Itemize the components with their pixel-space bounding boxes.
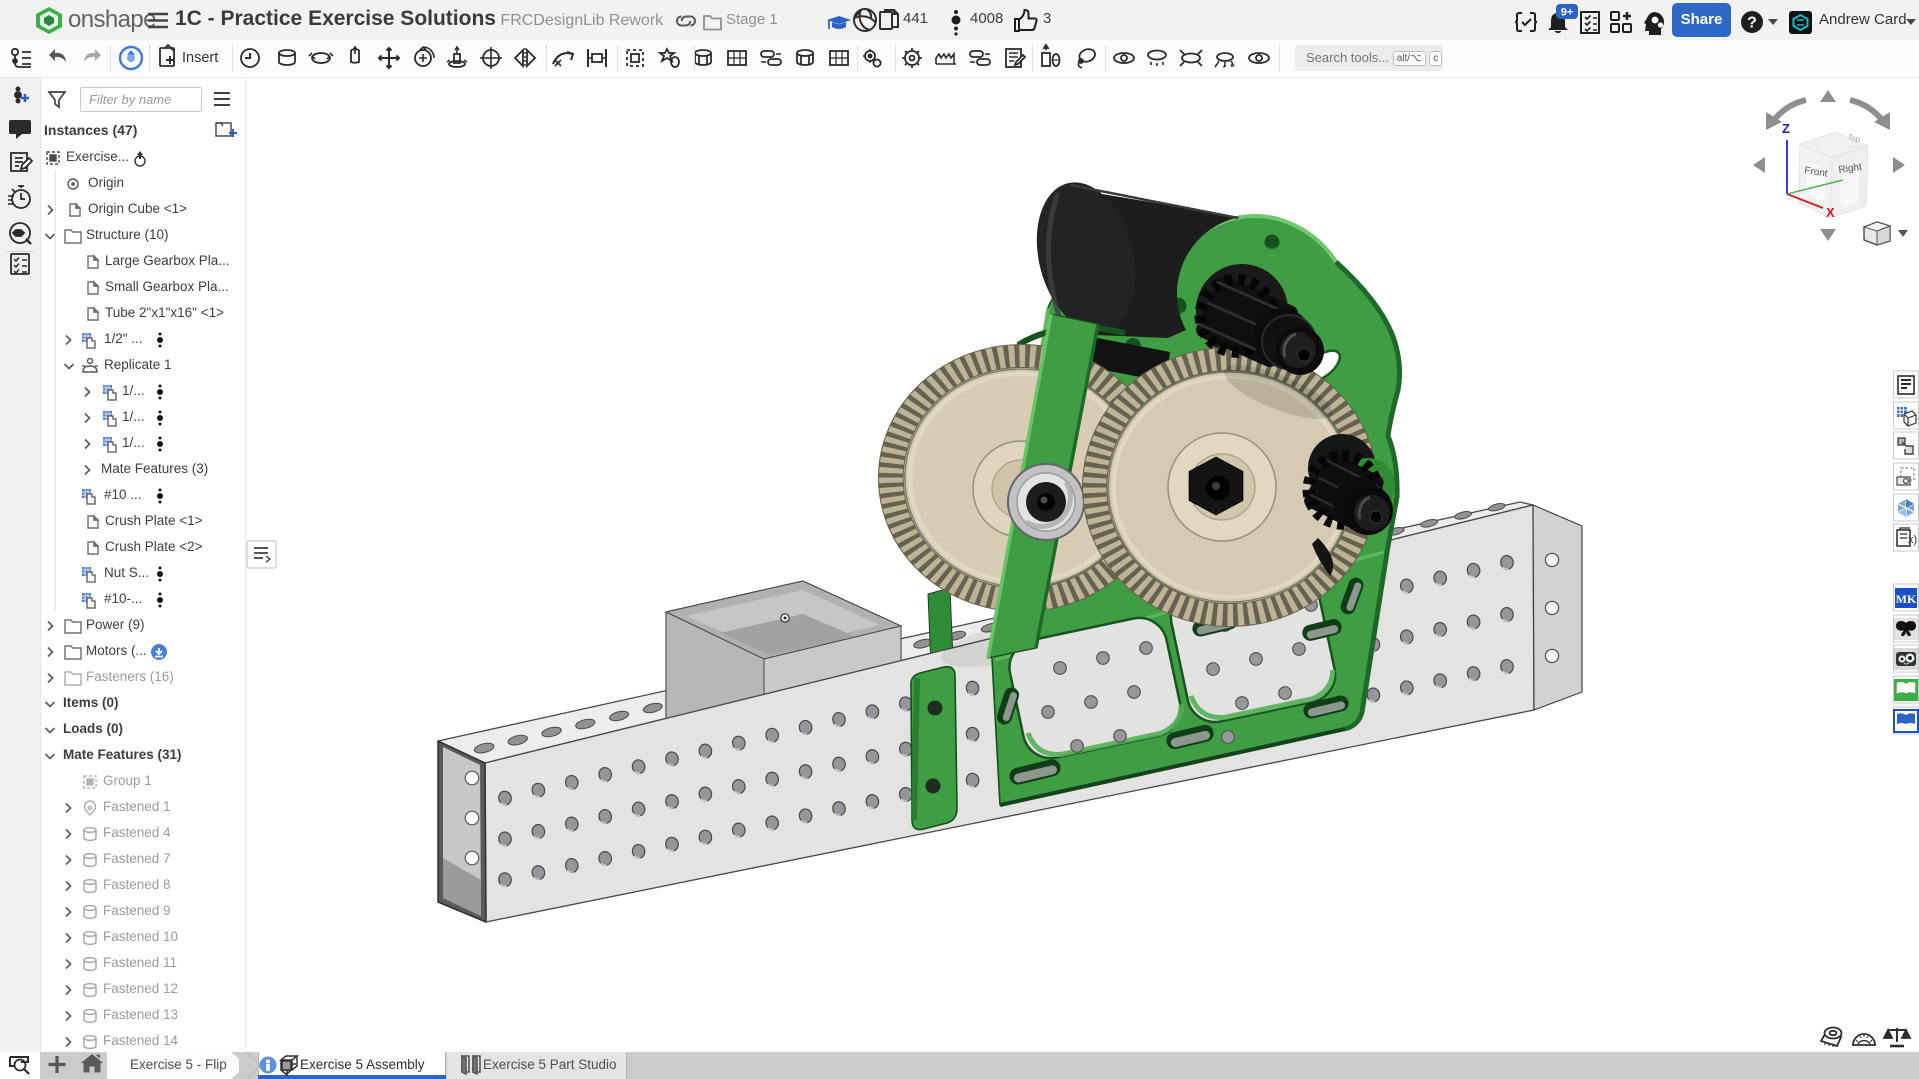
svg-text:MK: MK (1896, 592, 1917, 606)
svg-text:x): x) (1908, 534, 1917, 546)
svg-text:?: ? (1747, 15, 1757, 32)
svg-text:X: X (1826, 205, 1835, 220)
svg-text:9+: 9+ (1561, 7, 1574, 19)
svg-text:Z: Z (1782, 121, 1790, 136)
